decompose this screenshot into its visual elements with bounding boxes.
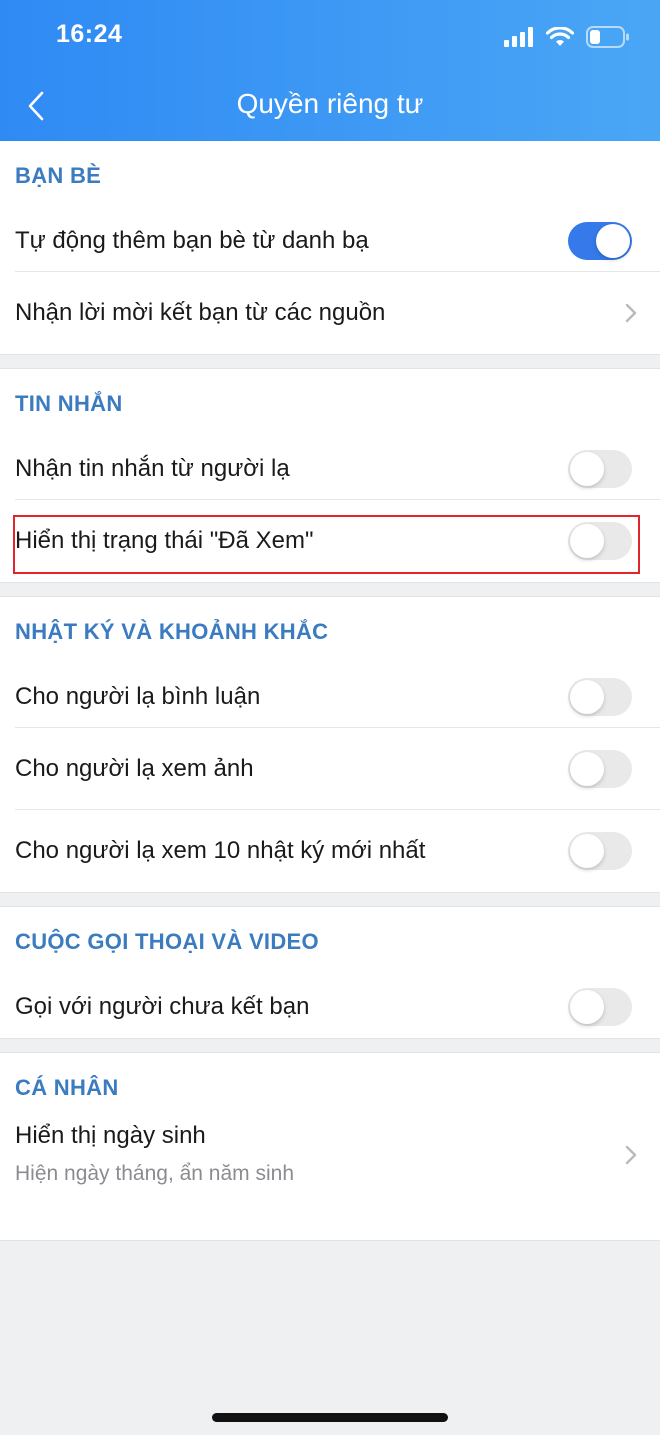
section-personal: CÁ NHÂN Hiển thị ngày sinh Hiện ngày thá… xyxy=(0,1052,660,1241)
auto-add-friends-toggle[interactable] xyxy=(568,221,632,260)
row-stranger-photos[interactable]: Cho người lạ xem ảnh xyxy=(15,728,660,810)
wifi-icon xyxy=(546,27,574,46)
row-sublabel: Hiện ngày tháng, ẩn năm sinh xyxy=(15,1162,295,1185)
row-label: Hiển thị ngày sinh xyxy=(15,1122,206,1149)
status-icons xyxy=(504,22,630,52)
row-label: Gọi với người chưa kết bạn xyxy=(15,993,310,1020)
section-title: BẠN BÈ xyxy=(15,163,102,188)
row-seen-status[interactable]: Hiển thị trạng thái "Đã Xem" xyxy=(13,500,660,582)
signal-icon xyxy=(504,27,533,47)
status-time: 16:24 xyxy=(56,20,123,48)
stranger-latest-posts-toggle[interactable] xyxy=(568,832,632,870)
section-timeline: NHẬT KÝ VÀ KHOẢNH KHẮC Cho người lạ bình… xyxy=(0,596,660,893)
row-auto-add-friends[interactable]: Tự động thêm bạn bè từ danh bạ xyxy=(15,210,660,272)
row-label: Cho người lạ xem 10 nhật ký mới nhất xyxy=(15,837,426,864)
row-friend-request-sources[interactable]: Nhận lời mời kết bạn từ các nguồn xyxy=(15,272,660,354)
page-title: Quyền riêng tư xyxy=(236,88,424,119)
section-title: CÁ NHÂN xyxy=(15,1075,119,1100)
settings-list: BẠN BÈ Tự động thêm bạn bè từ danh bạ Nh… xyxy=(0,141,660,1241)
row-label: Tự động thêm bạn bè từ danh bạ xyxy=(15,226,369,254)
row-label: Nhận lời mời kết bạn từ các nguồn xyxy=(15,299,386,326)
row-show-birthday[interactable]: Hiển thị ngày sinh Hiện ngày tháng, ẩn n… xyxy=(15,1122,660,1240)
row-label: Cho người lạ xem ảnh xyxy=(15,754,254,782)
row-label: Cho người lạ bình luận xyxy=(15,682,261,710)
chevron-right-icon xyxy=(625,303,637,323)
battery-icon xyxy=(586,26,629,48)
row-label: Hiển thị trạng thái "Đã Xem" xyxy=(15,527,314,554)
section-friends: BẠN BÈ Tự động thêm bạn bè từ danh bạ Nh… xyxy=(0,141,660,355)
row-call-non-friends[interactable]: Gọi với người chưa kết bạn xyxy=(15,976,660,1038)
section-title: CUỘC GỌI THOẠI VÀ VIDEO xyxy=(15,929,319,954)
row-label: Nhận tin nhắn từ người lạ xyxy=(15,454,290,482)
seen-status-toggle[interactable] xyxy=(568,522,632,560)
section-messages: TIN NHẮN Nhận tin nhắn từ người lạ Hiển … xyxy=(0,368,660,583)
stranger-messages-toggle[interactable] xyxy=(568,449,632,488)
nav-header: 16:24 Quyền riêng tư xyxy=(0,0,660,141)
stranger-photos-toggle[interactable] xyxy=(568,749,632,788)
home-indicator[interactable] xyxy=(212,1413,448,1422)
chevron-right-icon xyxy=(625,1145,637,1165)
section-title: TIN NHẮN xyxy=(15,391,123,416)
call-non-friends-toggle[interactable] xyxy=(568,988,632,1026)
row-stranger-comment[interactable]: Cho người lạ bình luận xyxy=(15,666,660,728)
stranger-comment-toggle[interactable] xyxy=(568,677,632,716)
row-stranger-messages[interactable]: Nhận tin nhắn từ người lạ xyxy=(15,438,660,500)
row-stranger-latest-posts[interactable]: Cho người lạ xem 10 nhật ký mới nhất xyxy=(15,810,660,892)
section-calls: CUỘC GỌI THOẠI VÀ VIDEO Gọi với người ch… xyxy=(0,906,660,1039)
section-title: NHẬT KÝ VÀ KHOẢNH KHẮC xyxy=(15,619,329,644)
